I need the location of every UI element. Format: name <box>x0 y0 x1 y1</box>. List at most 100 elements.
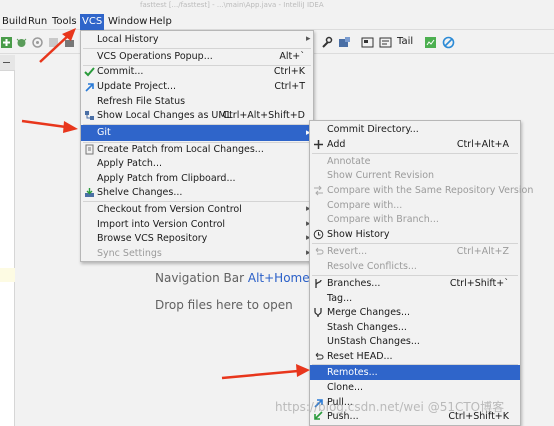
no-entry-icon[interactable] <box>442 36 455 49</box>
menu-item-sync-settings[interactable]: Sync Settings ▸ <box>81 246 313 261</box>
menu-item-apply-patch[interactable]: Apply Patch... <box>81 156 313 171</box>
menu-item-show-history[interactable]: Show History <box>310 227 520 242</box>
highlighted-row <box>0 268 15 282</box>
menu-item-label: Browse VCS Repository <box>97 233 208 244</box>
menu-item-label: Merge Changes... <box>327 307 411 318</box>
menu-item-create-patch[interactable]: Create Patch from Local Changes... <box>81 142 313 157</box>
menu-item-shortcut: Ctrl+K <box>273 66 305 77</box>
git-submenu: Commit Directory... Add Ctrl+Alt+A Annot… <box>309 120 533 426</box>
menu-item-remotes[interactable]: Remotes... <box>310 365 520 380</box>
menu-item-shortcut: Ctrl+T <box>274 81 305 92</box>
menu-item-browse-vcs-repository[interactable]: Browse VCS Repository ▸ <box>81 231 313 246</box>
menu-item-label: Add <box>327 139 346 150</box>
menu-item-checkout-vcs[interactable]: Checkout from Version Control ▸ <box>81 202 313 217</box>
menu-item-label: Reset HEAD... <box>327 351 393 362</box>
submenu-arrow-icon: ▸ <box>306 34 311 44</box>
menu-item-compare-with[interactable]: Compare with... <box>310 198 520 213</box>
menu-item-shortcut: Alt+` <box>279 51 305 62</box>
menu-item-show-local-changes-uml[interactable]: Show Local Changes as UML Ctrl+Alt+Shift… <box>81 108 313 123</box>
window-title: fasttest [.../fasttest] - ...\main\App.j… <box>140 1 324 9</box>
menu-item-label: Resolve Conflicts... <box>327 261 417 272</box>
menu-item-clone[interactable]: Clone... <box>310 380 520 395</box>
menu-item-shelve-changes[interactable]: Shelve Changes... <box>81 185 313 200</box>
menu-item-label: Commit Directory... <box>327 124 419 135</box>
menu-item-label: Update Project... <box>97 81 176 92</box>
menu-item-shortcut: Ctrl+Shift+` <box>449 278 509 289</box>
menu-item-label: Stash Changes... <box>327 322 407 333</box>
menu-item-label: Import into Version Control <box>97 219 226 230</box>
menu-item-stash-changes[interactable]: Stash Changes... <box>310 320 520 335</box>
menu-item-label: Commit... <box>97 66 144 77</box>
plus-square-icon[interactable] <box>0 36 13 49</box>
merge-icon <box>314 308 322 317</box>
drop-files-hint: Drop files here to open <box>155 298 293 312</box>
revert-icon <box>315 247 324 255</box>
menu-item-label: Revert... <box>327 246 368 257</box>
menu-item-label: Local History <box>97 34 159 45</box>
menu-item-label: Show Local Changes as UML <box>97 110 232 121</box>
uml-icon <box>85 111 94 120</box>
tail-label[interactable]: Tail <box>397 35 413 49</box>
navigation-text: Navigation Bar <box>155 271 248 285</box>
menu-item-label: Annotate <box>327 156 371 167</box>
menu-item-compare-with-branch[interactable]: Compare with Branch... <box>310 212 520 227</box>
terminal-icon[interactable] <box>361 36 374 49</box>
history-icon <box>313 229 324 240</box>
menu-item-local-history[interactable]: Local History ▸ <box>81 32 313 47</box>
menu-item-label: VCS Operations Popup... <box>97 51 213 62</box>
menu-item-tag[interactable]: Tag... <box>310 291 520 306</box>
shelve-icon <box>85 188 94 197</box>
menu-item-import-vcs[interactable]: Import into Version Control ▸ <box>81 217 313 232</box>
menu-item-label: Clone... <box>327 382 364 393</box>
menu-item-git[interactable]: Git ▸ <box>81 125 313 141</box>
menu-item-show-current-revision[interactable]: Show Current Revision <box>310 168 520 183</box>
menu-item-apply-patch-clipboard[interactable]: Apply Patch from Clipboard... <box>81 171 313 186</box>
plus-icon <box>314 140 323 149</box>
menu-item-reset-head[interactable]: Reset HEAD... <box>310 349 520 364</box>
menu-item-label: Create Patch from Local Changes... <box>97 144 264 155</box>
reset-icon <box>315 352 324 360</box>
menu-item-label: Shelve Changes... <box>97 187 183 198</box>
menu-item-branches[interactable]: Branches... Ctrl+Shift+` <box>310 276 520 291</box>
menu-item-label: Refresh File Status <box>97 96 186 107</box>
vcs-menu: Local History ▸ VCS Operations Popup... … <box>80 30 314 262</box>
menu-item-label: Apply Patch... <box>97 158 162 169</box>
menu-item-add[interactable]: Add Ctrl+Alt+A <box>310 137 520 152</box>
menu-item-label: Show Current Revision <box>327 170 435 181</box>
menu-help[interactable]: Help <box>147 14 174 30</box>
menu-item-label: Remotes... <box>327 367 378 378</box>
minimize-icon[interactable] <box>3 62 10 63</box>
menu-item-label: Branches... <box>327 278 381 289</box>
tail-icon[interactable] <box>379 36 392 49</box>
menu-item-shortcut: Ctrl+Alt+Z <box>456 246 509 257</box>
graph-icon[interactable] <box>424 36 437 49</box>
menu-item-label: Apply Patch from Clipboard... <box>97 173 236 184</box>
menu-item-refresh-file-status[interactable]: Refresh File Status <box>81 94 313 109</box>
menu-item-label: Tag... <box>327 293 353 304</box>
menu-item-merge-changes[interactable]: Merge Changes... <box>310 305 520 320</box>
compare-icon <box>314 185 323 196</box>
menu-item-resolve-conflicts[interactable]: Resolve Conflicts... <box>310 259 520 274</box>
menu-item-shortcut: Ctrl+Alt+A <box>456 139 509 150</box>
menu-item-compare-same-repo[interactable]: Compare with the Same Repository Version <box>310 183 533 198</box>
menu-item-revert[interactable]: Revert... Ctrl+Alt+Z <box>310 244 520 259</box>
menu-item-label: Compare with... <box>327 200 403 211</box>
debug-icon[interactable] <box>15 36 28 49</box>
commit-icon <box>84 67 95 77</box>
menu-item-update-project[interactable]: Update Project... Ctrl+T <box>81 79 313 94</box>
menu-item-label: Sync Settings <box>97 248 162 259</box>
menu-item-commit-directory[interactable]: Commit Directory... <box>310 122 520 137</box>
menu-item-vcs-operations-popup[interactable]: VCS Operations Popup... Alt+` <box>81 49 313 64</box>
menu-item-unstash-changes[interactable]: UnStash Changes... <box>310 334 520 349</box>
patch-icon <box>85 144 94 155</box>
branch-icon <box>315 279 322 288</box>
menu-item-annotate[interactable]: Annotate <box>310 154 520 169</box>
menu-window[interactable]: Window <box>106 14 149 30</box>
menu-item-label: UnStash Changes... <box>327 336 420 347</box>
wrench-icon[interactable] <box>320 36 333 49</box>
update-icon <box>85 83 94 92</box>
project-structure-icon[interactable] <box>338 36 351 49</box>
project-panel[interactable] <box>0 55 15 426</box>
menu-item-commit[interactable]: Commit... Ctrl+K <box>81 64 313 79</box>
menu-build[interactable]: Build <box>0 14 29 30</box>
